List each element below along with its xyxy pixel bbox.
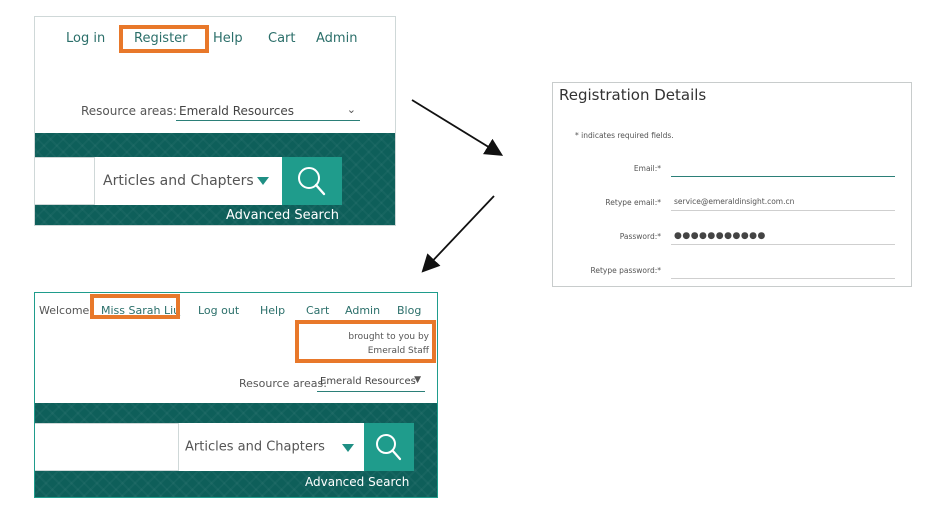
- help-link[interactable]: Help: [260, 304, 285, 317]
- dropdown-triangle-icon: [342, 444, 354, 452]
- required-fields-note: * indicates required fields.: [575, 131, 674, 140]
- retype-email-field[interactable]: service@emeraldinsight.com.cn: [671, 193, 895, 211]
- search-type-label: Articles and Chapters: [185, 439, 325, 455]
- welcome-label: Welcome:: [39, 304, 94, 317]
- register-highlight-box: [119, 25, 209, 53]
- magnifier-icon: [376, 434, 402, 461]
- arrow-to-logged-in: [421, 195, 495, 273]
- search-type-select[interactable]: Articles and Chapters: [179, 423, 364, 471]
- search-type-label: Articles and Chapters: [103, 173, 254, 189]
- arrow-to-registration: [411, 99, 504, 156]
- search-band: Articles and Chapters Advanced Search: [35, 403, 437, 497]
- dropdown-triangle-icon: ▼: [414, 375, 421, 385]
- header-logged-in-panel: Welcome: Miss Sarah Liu Log out Help Car…: [34, 292, 438, 498]
- password-label: Password:*: [619, 232, 661, 241]
- retype-email-label: Retype email:*: [605, 198, 661, 207]
- password-field[interactable]: ●●●●●●●●●●●: [671, 227, 895, 245]
- magnifier-icon: [298, 167, 326, 196]
- advanced-search-link[interactable]: Advanced Search: [226, 208, 339, 223]
- registration-details-panel: Registration Details * indicates require…: [552, 82, 912, 287]
- resource-areas-value: Emerald Resources: [320, 376, 416, 387]
- cart-link[interactable]: Cart: [306, 304, 329, 317]
- admin-link[interactable]: Admin: [316, 31, 357, 46]
- resource-areas-label: Resource areas:: [81, 104, 177, 118]
- chevron-down-icon: ⌄: [346, 103, 356, 116]
- search-input[interactable]: [35, 423, 179, 471]
- logout-link[interactable]: Log out: [198, 304, 239, 317]
- advanced-search-link[interactable]: Advanced Search: [305, 475, 409, 489]
- resource-areas-value: Emerald Resources: [179, 104, 294, 118]
- header-logged-out-panel: Log in Register Help Cart Admin Resource…: [34, 16, 396, 226]
- institution-highlight-box: [295, 320, 436, 363]
- resource-areas-select[interactable]: Emerald Resources ▼: [317, 373, 425, 392]
- search-button[interactable]: [282, 157, 342, 205]
- retype-password-label: Retype password:*: [590, 266, 661, 275]
- registration-title: Registration Details: [559, 86, 707, 104]
- search-input[interactable]: [35, 157, 95, 205]
- search-type-select[interactable]: Articles and Chapters: [95, 157, 282, 205]
- admin-link[interactable]: Admin: [345, 304, 380, 317]
- cart-link[interactable]: Cart: [268, 31, 296, 46]
- login-link[interactable]: Log in: [66, 31, 105, 46]
- retype-password-field[interactable]: [671, 261, 895, 279]
- email-field[interactable]: [671, 159, 895, 177]
- resource-areas-select[interactable]: Emerald Resources ⌄: [176, 101, 360, 121]
- username-highlight-box: [90, 294, 180, 319]
- resource-areas-label: Resource areas:: [239, 377, 327, 390]
- blog-link[interactable]: Blog: [397, 304, 421, 317]
- search-button[interactable]: [364, 423, 414, 471]
- email-label: Email:*: [633, 164, 661, 173]
- help-link[interactable]: Help: [213, 31, 243, 46]
- search-band: Articles and Chapters Advanced Search: [35, 133, 395, 225]
- dropdown-triangle-icon: [257, 177, 269, 185]
